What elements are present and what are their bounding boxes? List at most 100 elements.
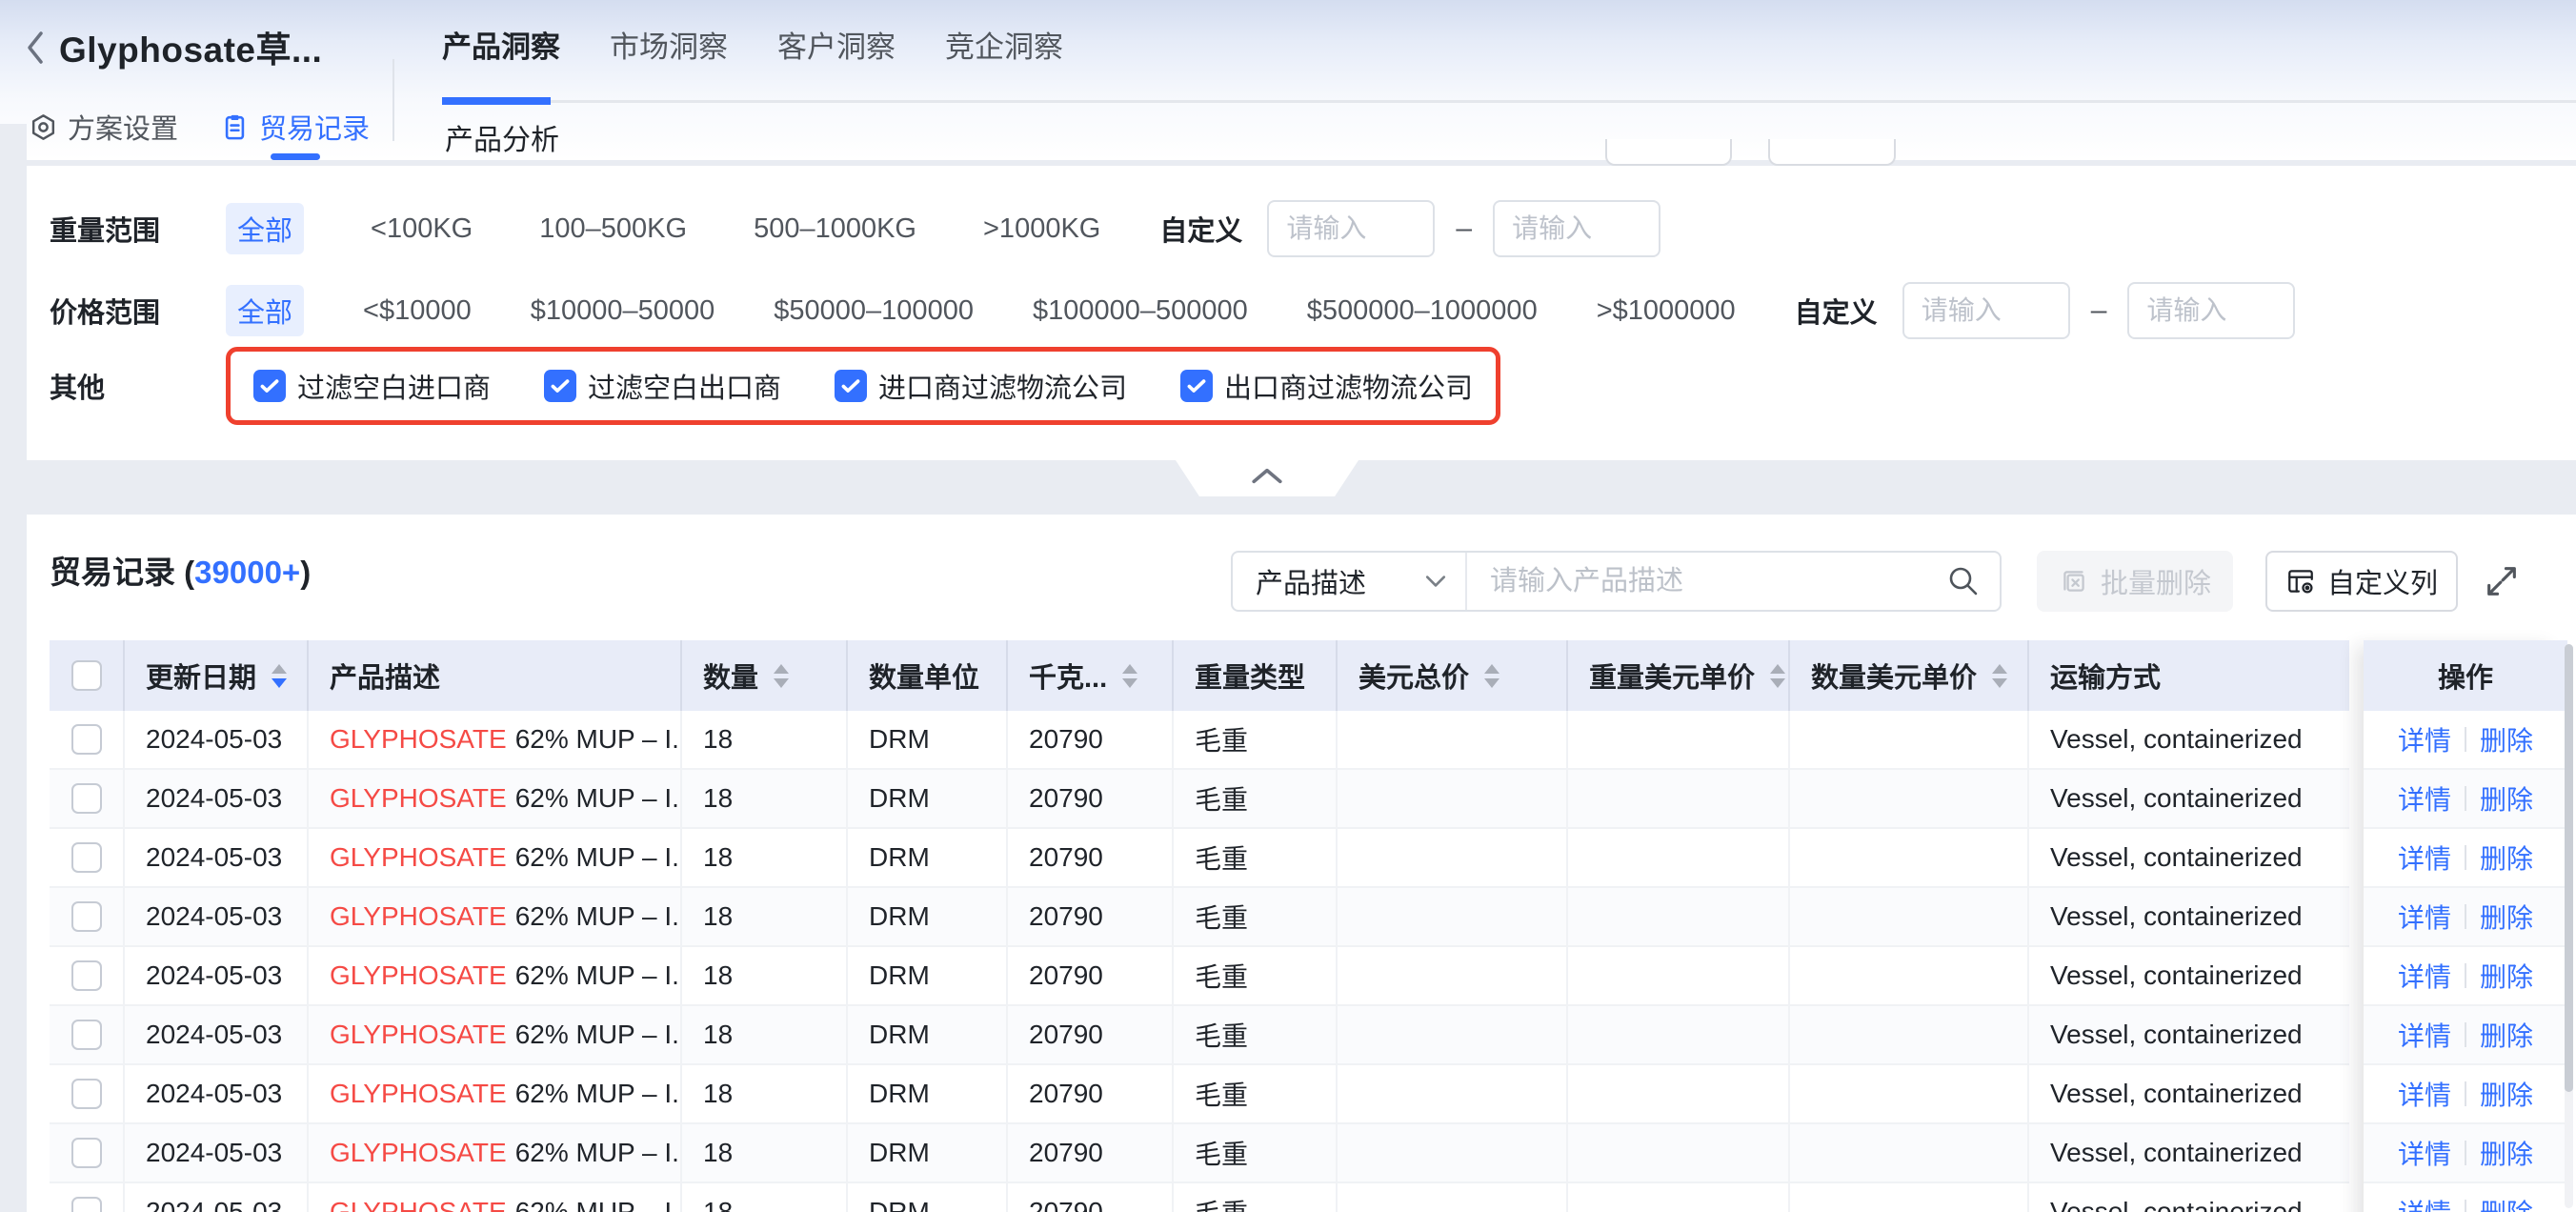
row-checkbox[interactable] bbox=[71, 1138, 102, 1168]
scrollbar-thumb[interactable] bbox=[2565, 644, 2573, 1092]
filter-option[interactable]: 全部 bbox=[226, 203, 304, 254]
cell-checkbox bbox=[50, 888, 125, 947]
column-header-quantity_unit: 数量单位 bbox=[848, 640, 1008, 711]
search-icon[interactable] bbox=[1946, 564, 1981, 598]
cell-quantity: 18 bbox=[682, 711, 848, 770]
primary-tab-2[interactable]: 市场洞察 bbox=[610, 23, 728, 66]
filter-checkbox-item[interactable]: 过滤空白出口商 bbox=[544, 366, 781, 406]
sort-icons[interactable] bbox=[774, 664, 789, 688]
fullscreen-icon[interactable] bbox=[2483, 562, 2521, 600]
weight-min-input[interactable] bbox=[1267, 200, 1435, 257]
row-checkbox[interactable] bbox=[71, 960, 102, 991]
ops-row: 详情删除 bbox=[2364, 1124, 2567, 1183]
detail-link[interactable]: 详情 bbox=[2398, 720, 2451, 758]
sort-icons[interactable] bbox=[1770, 664, 1785, 688]
search-field-select[interactable]: 产品描述 bbox=[1233, 553, 1467, 610]
primary-tab-1[interactable]: 产品洞察 bbox=[442, 23, 560, 66]
ops-body: 详情删除详情删除详情删除详情删除详情删除详情删除详情删除详情删除详情删除 bbox=[2364, 711, 2567, 1212]
sort-icons[interactable] bbox=[1122, 664, 1137, 688]
trade-data-page: Glyphosate草... 方案设置 贸易记录 产品洞察市场洞察客 bbox=[0, 0, 2576, 1212]
sort-asc-icon bbox=[272, 664, 287, 674]
detail-link[interactable]: 详情 bbox=[2398, 898, 2451, 936]
delete-link[interactable]: 删除 bbox=[2480, 898, 2533, 936]
filter-option[interactable]: $500000–1000000 bbox=[1307, 295, 1538, 327]
column-header-quantity[interactable]: 数量 bbox=[682, 640, 848, 711]
price-max-input[interactable] bbox=[2127, 282, 2295, 339]
filter-option[interactable]: 500–1000KG bbox=[754, 213, 916, 245]
row-checkbox[interactable] bbox=[71, 1079, 102, 1109]
row-checkbox[interactable] bbox=[71, 783, 102, 814]
column-header-usd_unit_weight[interactable]: 重量美元单价 bbox=[1568, 640, 1790, 711]
column-label: 美元总价 bbox=[1358, 656, 1469, 696]
delete-link[interactable]: 删除 bbox=[2480, 957, 2533, 995]
sort-icons[interactable] bbox=[1992, 664, 2007, 688]
filter-option[interactable]: $50000–100000 bbox=[774, 295, 974, 327]
delete-link[interactable]: 删除 bbox=[2480, 720, 2533, 758]
filter-option[interactable]: <$10000 bbox=[363, 295, 472, 327]
detail-link[interactable]: 详情 bbox=[2398, 1193, 2451, 1212]
filter-option[interactable]: $10000–50000 bbox=[531, 295, 715, 327]
sort-asc-icon bbox=[1992, 664, 2007, 674]
row-checkbox[interactable] bbox=[71, 1020, 102, 1050]
sort-desc-icon bbox=[1770, 678, 1785, 688]
primary-tab-3[interactable]: 客户洞察 bbox=[777, 23, 896, 66]
checkbox-label: 进口商过滤物流公司 bbox=[878, 366, 1127, 406]
row-checkbox[interactable] bbox=[71, 724, 102, 755]
column-header-kg_weight[interactable]: 千克... bbox=[1008, 640, 1174, 711]
clipped-input-stub[interactable] bbox=[1605, 139, 1732, 166]
column-header-usd_unit_qty[interactable]: 数量美元单价 bbox=[1790, 640, 2029, 711]
filter-checkbox-item[interactable]: 过滤空白进口商 bbox=[253, 366, 491, 406]
filter-checkbox-item[interactable]: 出口商过滤物流公司 bbox=[1180, 366, 1473, 406]
sort-icons[interactable] bbox=[1484, 664, 1499, 688]
delete-link[interactable]: 删除 bbox=[2480, 1193, 2533, 1212]
primary-tab-4[interactable]: 竞企洞察 bbox=[945, 23, 1063, 66]
delete-link[interactable]: 删除 bbox=[2480, 1134, 2533, 1172]
price-min-input[interactable] bbox=[1902, 282, 2070, 339]
detail-link[interactable]: 详情 bbox=[2398, 1134, 2451, 1172]
delete-link[interactable]: 删除 bbox=[2480, 1075, 2533, 1113]
column-header-usd_total[interactable]: 美元总价 bbox=[1338, 640, 1568, 711]
filter-checkbox-item[interactable]: 进口商过滤物流公司 bbox=[835, 366, 1127, 406]
select-all-checkbox[interactable] bbox=[71, 660, 102, 691]
cell-checkbox bbox=[50, 829, 125, 888]
filter-option[interactable]: <100KG bbox=[371, 213, 473, 245]
filter-option[interactable]: $100000–500000 bbox=[1033, 295, 1248, 327]
filter-option[interactable]: >1000KG bbox=[983, 213, 1100, 245]
checkbox-checked-icon[interactable] bbox=[1180, 370, 1213, 402]
hexagon-target-icon bbox=[29, 112, 58, 142]
filter-option[interactable]: 100–500KG bbox=[539, 213, 687, 245]
detail-link[interactable]: 详情 bbox=[2398, 1016, 2451, 1054]
subnav-item-trade-records[interactable]: 贸易记录 bbox=[220, 107, 370, 147]
row-checkbox[interactable] bbox=[71, 901, 102, 932]
search-input[interactable] bbox=[1467, 566, 1927, 597]
cell-weight_type: 毛重 bbox=[1174, 1006, 1338, 1065]
column-header-checkbox[interactable] bbox=[50, 640, 125, 711]
column-header-update_date[interactable]: 更新日期 bbox=[125, 640, 309, 711]
back-icon[interactable] bbox=[25, 30, 48, 65]
sort-icons[interactable] bbox=[272, 664, 287, 688]
detail-link[interactable]: 详情 bbox=[2398, 957, 2451, 995]
weight-max-input[interactable] bbox=[1493, 200, 1660, 257]
batch-delete-button[interactable]: 批量删除 bbox=[2037, 551, 2233, 612]
filter-option[interactable]: 全部 bbox=[226, 285, 304, 336]
detail-link[interactable]: 详情 bbox=[2398, 779, 2451, 818]
delete-link[interactable]: 删除 bbox=[2480, 1016, 2533, 1054]
subnav-item-label: 方案设置 bbox=[68, 107, 178, 147]
collapse-filters-handle[interactable] bbox=[1176, 460, 1358, 496]
subnav-item-plan-settings[interactable]: 方案设置 bbox=[29, 107, 178, 147]
clipped-input-stub[interactable] bbox=[1768, 139, 1896, 166]
price-options: 全部<$10000$10000–50000$50000–100000$10000… bbox=[226, 291, 1736, 331]
row-checkbox[interactable] bbox=[71, 1197, 102, 1212]
header-divider bbox=[392, 59, 394, 141]
checkbox-checked-icon[interactable] bbox=[253, 370, 286, 402]
detail-link[interactable]: 详情 bbox=[2398, 838, 2451, 877]
custom-columns-button[interactable]: 自定义列 bbox=[2265, 551, 2458, 612]
detail-link[interactable]: 详情 bbox=[2398, 1075, 2451, 1113]
delete-link[interactable]: 删除 bbox=[2480, 838, 2533, 877]
checkbox-checked-icon[interactable] bbox=[835, 370, 867, 402]
tab-product-analysis[interactable]: 产品分析 bbox=[445, 116, 559, 158]
checkbox-checked-icon[interactable] bbox=[544, 370, 576, 402]
row-checkbox[interactable] bbox=[71, 842, 102, 873]
filter-option[interactable]: >$1000000 bbox=[1597, 295, 1736, 327]
delete-link[interactable]: 删除 bbox=[2480, 779, 2533, 818]
